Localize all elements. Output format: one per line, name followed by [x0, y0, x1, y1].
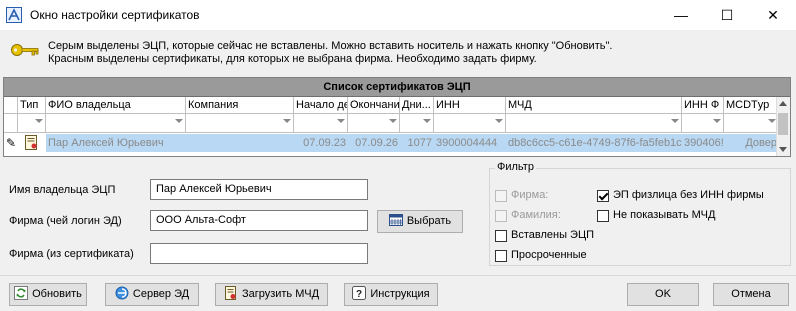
cell-mcd-type: Довер	[745, 137, 777, 149]
filter-firm-label: Фирма:	[511, 189, 549, 201]
checkmark-icon	[598, 190, 609, 201]
column-header-mchd[interactable]: МЧД	[506, 97, 682, 114]
browser-icon	[115, 286, 129, 300]
column-header-company[interactable]: Компания	[186, 97, 294, 114]
filter-group-title: Фильтр	[495, 161, 536, 173]
column-header-inn-f[interactable]: ИНН Ф	[682, 97, 724, 114]
info-text-red: Красным выделены сертификаты, для которы…	[48, 53, 537, 65]
certificate-icon	[25, 135, 37, 150]
filter-cell-inn-f[interactable]	[682, 114, 724, 133]
cell-owner: Пар Алексей Юрьевич	[48, 137, 164, 149]
filter-firm-checkbox[interactable]	[495, 190, 507, 202]
cell-start: 07.09.23	[303, 137, 346, 149]
instruction-label: Инструкция	[370, 288, 430, 300]
maximize-button[interactable]: ☐	[704, 0, 750, 30]
filter-cell-inn[interactable]	[434, 114, 506, 133]
certificates-grid[interactable]: Список сертификатов ЭЦП Тип ФИО владельц…	[3, 77, 791, 157]
app-icon	[6, 7, 22, 23]
filter-surname-label: Фамилия:	[511, 209, 561, 221]
chevron-down-icon[interactable]	[495, 119, 503, 123]
divider	[0, 275, 796, 276]
cell-type	[22, 134, 44, 152]
scroll-down-icon[interactable]	[779, 147, 787, 152]
info-text-grey: Серым выделены ЭЦП, которые сейчас не вс…	[48, 40, 613, 52]
window-title: Окно настройки сертификатов	[30, 8, 200, 22]
chevron-down-icon[interactable]	[389, 119, 397, 123]
select-firm-button[interactable]: Выбрать	[377, 210, 463, 233]
column-header-type[interactable]: Тип	[18, 97, 46, 114]
chevron-down-icon[interactable]	[713, 119, 721, 123]
filter-cell-mcd-type[interactable]	[724, 114, 779, 133]
column-header-start[interactable]: Начало де	[294, 97, 348, 114]
calendar-grid-icon	[388, 214, 403, 227]
help-icon: ?	[352, 286, 367, 301]
column-header-end[interactable]: Окончани	[348, 97, 400, 114]
chevron-down-icon[interactable]	[35, 119, 43, 123]
filter-ep-fizlica-checkbox[interactable]	[597, 190, 609, 202]
minimize-button[interactable]: —	[658, 0, 704, 30]
server-ed-label: Сервер ЭД	[132, 288, 190, 300]
filter-cell-days[interactable]	[400, 114, 434, 133]
filter-hide-mchd-label: Не показывать МЧД	[613, 209, 716, 221]
load-mchd-label: Загрузить МЧД	[241, 288, 320, 300]
column-header-mcd-type[interactable]: MCDTур	[724, 97, 779, 114]
column-header-inn[interactable]: ИНН	[434, 97, 506, 114]
chevron-down-icon[interactable]	[671, 119, 679, 123]
grid-vertical-scrollbar[interactable]	[776, 97, 790, 156]
firm-field[interactable]: ООО Альта-Софт	[150, 210, 368, 231]
column-header-indicator	[4, 97, 18, 114]
filter-cell-end[interactable]	[348, 114, 400, 133]
svg-text:?: ?	[356, 289, 362, 300]
filter-surname-checkbox[interactable]	[495, 210, 507, 222]
scroll-up-icon[interactable]	[779, 101, 787, 106]
cell-company	[186, 134, 294, 152]
server-ed-button[interactable]: Сервер ЭД	[105, 283, 199, 306]
filter-inserted-label: Вставлены ЭЦП	[511, 229, 594, 241]
column-header-owner[interactable]: ФИО владельца	[46, 97, 186, 114]
row-edit-indicator: ✎	[6, 136, 17, 150]
cell-mchd: db8c6cc5-c61e-4749-87f6-fa5feb1c	[508, 137, 682, 149]
ok-button[interactable]: OK	[627, 283, 699, 306]
instruction-button[interactable]: ? Инструкция	[344, 283, 438, 306]
grid-caption: Список сертификатов ЭЦП	[4, 78, 790, 97]
key-icon	[11, 44, 39, 56]
chevron-down-icon[interactable]	[175, 119, 183, 123]
select-firm-label: Выбрать	[406, 215, 452, 227]
filter-cell-type[interactable]	[18, 114, 46, 133]
refresh-label: Обновить	[32, 288, 82, 300]
refresh-button[interactable]: Обновить	[9, 283, 87, 306]
cert-firm-field[interactable]	[150, 243, 368, 264]
chevron-down-icon[interactable]	[337, 119, 345, 123]
close-button[interactable]: ✕	[750, 0, 796, 30]
cell-end: 07.09.26	[355, 137, 398, 149]
cell-inn-f: 390406!	[684, 137, 724, 149]
filter-cell-owner[interactable]	[46, 114, 186, 133]
filter-cell-indicator	[4, 114, 18, 133]
scroll-thumb[interactable]	[778, 113, 788, 135]
filter-ep-fizlica-label: ЭП физлица без ИНН фирмы	[613, 189, 764, 201]
filter-hide-mchd-checkbox[interactable]	[597, 210, 609, 222]
filter-cell-start[interactable]	[294, 114, 348, 133]
title-bar: Окно настройки сертификатов — ☐ ✕	[0, 0, 796, 30]
filter-cell-company[interactable]	[186, 114, 294, 133]
cell-days: 1077	[407, 137, 432, 149]
cell-inn: 3900004444	[436, 137, 498, 149]
owner-name-field[interactable]: Пар Алексей Юрьевич	[150, 179, 368, 200]
firm-label: Фирма (чей логин ЭД)	[9, 215, 122, 227]
filter-expired-checkbox[interactable]	[495, 250, 507, 262]
chevron-down-icon[interactable]	[768, 119, 776, 123]
cert-firm-label: Фирма (из сертификата)	[9, 248, 134, 260]
filter-inserted-checkbox[interactable]	[495, 230, 507, 242]
chevron-down-icon[interactable]	[423, 119, 431, 123]
cancel-button[interactable]: Отмена	[713, 283, 789, 306]
filter-cell-mchd[interactable]	[506, 114, 682, 133]
load-mchd-button[interactable]: Загрузить МЧД	[215, 283, 328, 306]
document-stamp-icon	[224, 286, 236, 301]
owner-label: Имя владельца ЭЦП	[9, 184, 116, 196]
column-header-days[interactable]: Дни...	[400, 97, 434, 114]
filter-expired-label: Просроченные	[511, 249, 587, 261]
refresh-icon	[14, 286, 29, 301]
chevron-down-icon[interactable]	[283, 119, 291, 123]
